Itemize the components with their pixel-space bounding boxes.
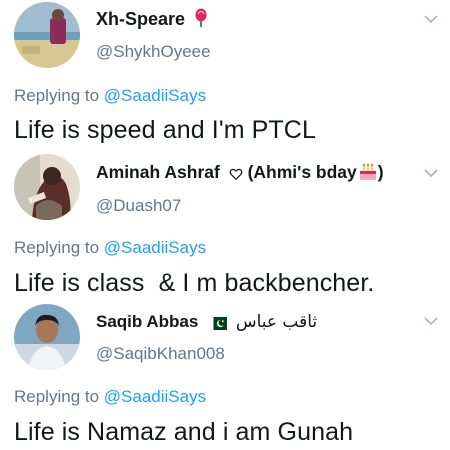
tweet-text: Life is Namaz and i am Gunah (14, 418, 354, 446)
replying-to: Replying to @SaadiiSays (14, 387, 207, 406)
replying-to: Replying to @SaadiiSays (14, 238, 207, 257)
chevron-down-icon[interactable] (424, 168, 438, 178)
display-name[interactable]: Xh-Speare (96, 8, 208, 33)
display-name[interactable]: Saqib Abbas ثاقب عباس (96, 312, 317, 335)
tweet-1[interactable]: Xh-Speare @ShykhOyeee Replying to @Saadi… (0, 0, 450, 150)
reply-mention-link[interactable]: @SaadiiSays (104, 238, 206, 257)
replying-to: Replying to @SaadiiSays (14, 86, 207, 105)
tweet-2[interactable]: Aminah Ashraf (Ahmi's bday ) @Duash07 Re… (0, 150, 450, 300)
reply-mention-link[interactable]: @SaadiiSays (104, 86, 206, 105)
chevron-down-icon[interactable] (424, 316, 438, 326)
avatar-photo (14, 304, 80, 370)
heart-outline-icon (229, 165, 243, 186)
tweet-3[interactable]: Saqib Abbas ثاقب عباس @SaqibKhan008 Repl… (0, 300, 450, 450)
avatar[interactable] (14, 304, 80, 370)
avatar[interactable] (14, 2, 80, 68)
user-handle[interactable]: @SaqibKhan008 (96, 344, 225, 364)
user-handle[interactable]: @Duash07 (96, 196, 181, 216)
chevron-down-icon[interactable] (424, 14, 438, 24)
birthday-cake-icon (358, 163, 378, 186)
urdu-name: ثاقب عباس (235, 312, 318, 332)
user-handle[interactable]: @ShykhOyeee (96, 42, 211, 62)
pakistan-flag-icon (209, 315, 228, 335)
display-name[interactable]: Aminah Ashraf (Ahmi's bday ) (96, 162, 384, 186)
tweet-text: Life is class & I m backbencher. (14, 269, 375, 297)
avatar-photo (14, 2, 80, 68)
avatar-photo (14, 154, 80, 220)
balloon-icon (194, 8, 208, 33)
tweet-text: Life is speed and I'm PTCL (14, 116, 316, 144)
avatar[interactable] (14, 154, 80, 220)
reply-mention-link[interactable]: @SaadiiSays (104, 387, 206, 406)
